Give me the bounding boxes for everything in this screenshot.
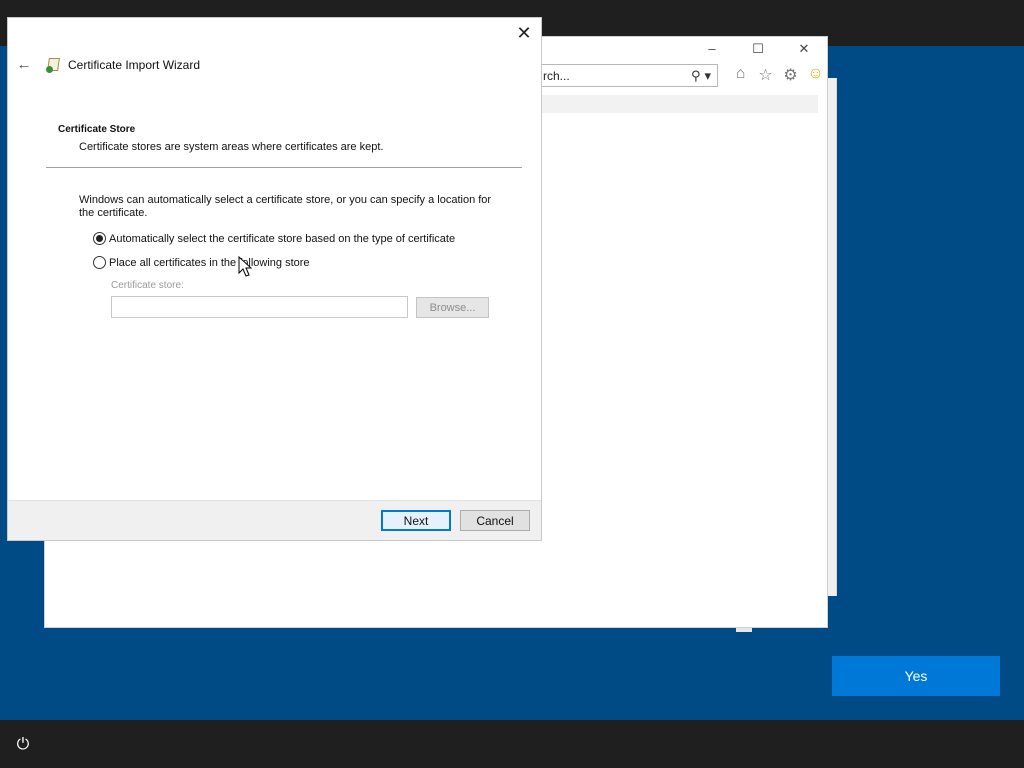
intro-text: Windows can automatically select a certi… [79,194,492,219]
yes-button[interactable]: Yes [832,656,1000,696]
search-icon[interactable]: ⚲ [691,68,701,84]
radio-button-place-in-store[interactable] [93,256,106,269]
certificate-import-wizard: ✕ ← Certificate Import Wizard Certificat… [7,17,542,541]
browser-window-controls: – ☐ ✕ [701,41,815,57]
back-arrow-icon[interactable]: ← [16,56,32,73]
power-icon[interactable]: ⏻ [14,736,32,754]
close-button[interactable]: ✕ [793,41,815,57]
wizard-header: ← Certificate Import Wizard [16,56,201,73]
certificate-icon [46,57,62,73]
gear-icon[interactable]: ⚙ [781,65,800,85]
divider [46,167,522,168]
cancel-button[interactable]: Cancel [460,510,530,531]
browser-toolbar: ⌂ ☆ ⚙ ☺ [731,65,825,85]
chevron-down-icon[interactable]: ▾ [704,68,711,84]
radio-label-automatic: Automatically select the certificate sto… [109,232,456,245]
address-text: rch... [543,68,570,83]
home-icon[interactable]: ⌂ [731,65,750,85]
browser-scrollbar[interactable] [828,78,837,596]
section-title: Certificate Store [58,124,136,135]
radio-option-place-in-store[interactable]: Place all certificates in the following … [93,256,310,269]
certificate-store-label: Certificate store: [111,280,184,291]
mouse-cursor-icon [238,256,252,277]
certificate-store-field[interactable] [111,296,408,318]
minimize-button[interactable]: – [701,41,723,57]
address-search-box[interactable]: rch... ⚲ ▾ [538,64,718,87]
section-description: Certificate stores are system areas wher… [79,141,384,153]
browser-tab-strip [542,95,818,113]
smiley-icon[interactable]: ☺ [806,65,825,85]
browse-button[interactable]: Browse... [416,297,489,318]
radio-button-automatic[interactable] [93,232,106,245]
wizard-title: Certificate Import Wizard [68,57,201,72]
browser-bottom-marker [736,628,752,632]
star-icon[interactable]: ☆ [756,65,775,85]
wizard-footer: Next Cancel [8,500,541,540]
next-button[interactable]: Next [381,510,451,531]
radio-label-place-in-store: Place all certificates in the following … [109,256,310,269]
maximize-button[interactable]: ☐ [747,41,769,57]
close-icon[interactable]: ✕ [515,24,533,42]
bottom-bar [0,720,1024,768]
radio-option-automatic[interactable]: Automatically select the certificate sto… [93,232,455,245]
